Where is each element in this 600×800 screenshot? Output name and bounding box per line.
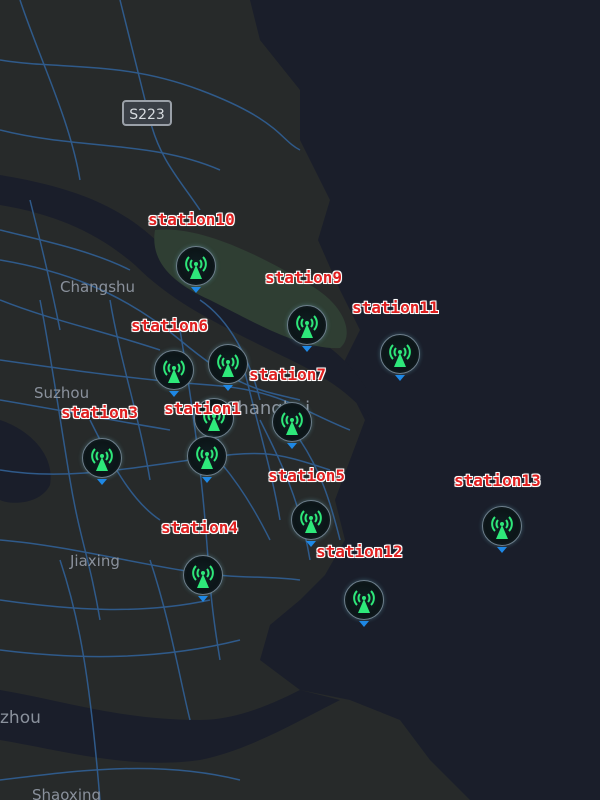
- station-marker-station6[interactable]: [154, 350, 194, 402]
- station-label-station1: station1: [164, 399, 242, 418]
- marker-pointer: [287, 443, 297, 449]
- radio-tower-icon: [185, 256, 207, 279]
- radio-tower-icon: [281, 412, 303, 435]
- station-label-station13: station13: [454, 471, 541, 490]
- marker-pointer: [198, 596, 208, 602]
- station-marker-station10[interactable]: [176, 246, 216, 298]
- station-label-station9: station9: [265, 268, 343, 287]
- station-marker-station12[interactable]: [344, 580, 384, 632]
- marker-pointer: [191, 287, 201, 293]
- marker-pointer: [97, 479, 107, 485]
- station-label-station5: station5: [268, 466, 346, 485]
- map-view[interactable]: S223 Changshu Suzhou Shanghai Jiaxing zh…: [0, 0, 600, 800]
- station-label-station6: station6: [131, 316, 209, 335]
- radio-tower-icon: [217, 354, 239, 377]
- station-marker-station3[interactable]: [82, 438, 122, 490]
- radio-tower-icon: [296, 315, 318, 338]
- station-label-station7: station7: [249, 365, 327, 384]
- marker-pointer: [395, 375, 405, 381]
- station-marker-shanghai-center[interactable]: [272, 402, 312, 454]
- radio-tower-icon: [300, 510, 322, 533]
- station-label-station12: station12: [316, 542, 403, 561]
- marker-pointer: [169, 391, 179, 397]
- radio-tower-icon: [196, 446, 218, 469]
- station-marker-station9[interactable]: [287, 305, 327, 357]
- station-label-station3: station3: [61, 403, 139, 422]
- place-label-changshu: Changshu: [60, 278, 136, 296]
- station-marker-station11[interactable]: [380, 334, 420, 386]
- station-label-station11: station11: [352, 298, 439, 317]
- marker-pointer: [202, 477, 212, 483]
- radio-tower-icon: [353, 590, 375, 613]
- station-label-station4: station4: [161, 518, 239, 537]
- station-marker-station7[interactable]: [208, 344, 248, 396]
- radio-tower-icon: [389, 344, 411, 367]
- station-marker-station4[interactable]: [183, 555, 223, 607]
- marker-pointer: [359, 621, 369, 627]
- place-label-suzhou: Suzhou: [34, 384, 90, 402]
- radio-tower-icon: [91, 448, 113, 471]
- place-label-jiaxing: Jiaxing: [70, 552, 120, 570]
- route-shield-s223: S223: [122, 100, 172, 126]
- station-marker-station13[interactable]: [482, 506, 522, 558]
- radio-tower-icon: [163, 360, 185, 383]
- radio-tower-icon: [491, 516, 513, 539]
- marker-pointer: [497, 547, 507, 553]
- place-label-shaoxing: Shaoxing: [32, 786, 102, 800]
- marker-pointer: [306, 541, 316, 547]
- station-label-station10: station10: [148, 210, 235, 229]
- station-marker-unlabeled[interactable]: [187, 436, 227, 488]
- place-label-hangzhou: zhou: [0, 708, 41, 728]
- radio-tower-icon: [192, 565, 214, 588]
- marker-pointer: [223, 385, 233, 391]
- marker-pointer: [302, 346, 312, 352]
